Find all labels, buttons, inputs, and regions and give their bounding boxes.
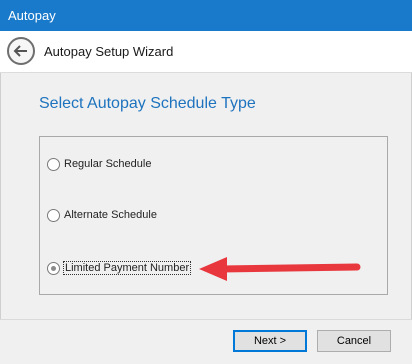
radio-limited-payment-number[interactable] <box>47 261 60 275</box>
option-label: Regular Schedule <box>64 158 152 170</box>
window-title: Autopay <box>8 8 56 23</box>
cancel-button[interactable]: Cancel <box>317 330 391 352</box>
page-heading: Select Autopay Schedule Type <box>39 95 256 112</box>
option-alternate-schedule[interactable]: Alternate Schedule <box>47 207 158 223</box>
option-regular-schedule[interactable]: Regular Schedule <box>47 156 152 172</box>
wizard-header: Autopay Setup Wizard <box>0 31 412 73</box>
option-label: Limited Payment Number <box>63 261 192 275</box>
option-label: Alternate Schedule <box>64 209 157 221</box>
wizard-title: Autopay Setup Wizard <box>44 44 174 59</box>
window-titlebar: Autopay <box>0 0 412 31</box>
next-button[interactable]: Next > <box>233 330 307 352</box>
radio-regular-schedule[interactable] <box>47 157 60 171</box>
back-button[interactable] <box>7 37 35 65</box>
red-arrow-icon <box>199 257 361 281</box>
wizard-footer: Next > Cancel <box>0 319 412 364</box>
arrow-left-icon <box>13 45 27 57</box>
radio-alternate-schedule[interactable] <box>47 208 60 222</box>
option-limited-payment-number[interactable]: Limited Payment Number <box>47 260 192 276</box>
